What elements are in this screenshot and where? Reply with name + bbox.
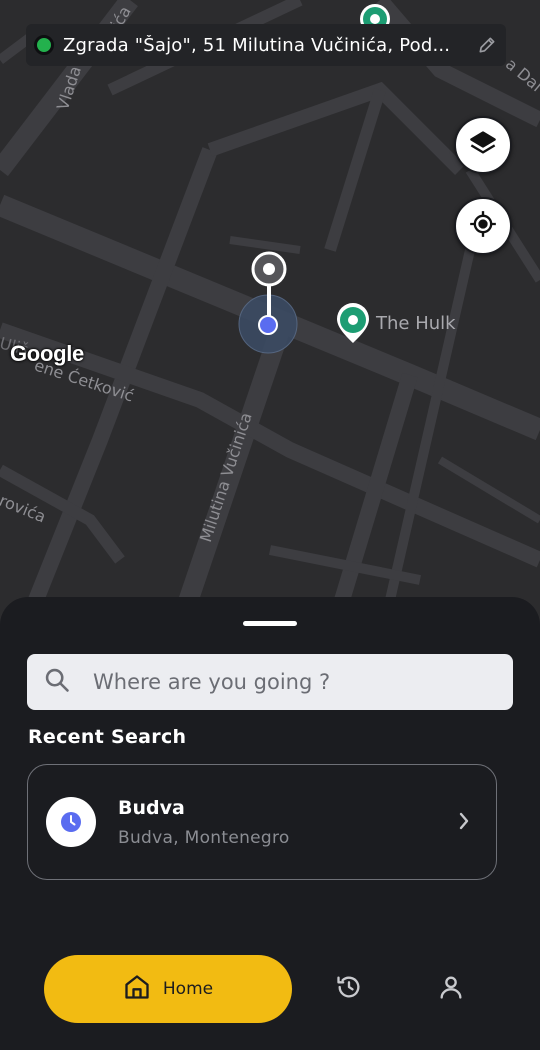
nav-home-label: Home bbox=[162, 979, 214, 999]
destination-search-input[interactable]: Where are you going ? bbox=[27, 654, 513, 710]
pencil-icon[interactable] bbox=[476, 34, 498, 56]
map-view[interactable]: Vlada Milutina Vučinića ene Ćetković rov… bbox=[0, 0, 540, 640]
search-placeholder: Where are you going ? bbox=[93, 670, 331, 694]
bottom-navigation: Home bbox=[0, 938, 540, 1050]
layers-icon bbox=[469, 129, 497, 161]
recent-search-heading: Recent Search bbox=[28, 726, 187, 748]
current-address-bar[interactable]: Zgrada "Šajo", 51 Milutina Vučinića, Pod… bbox=[26, 24, 506, 66]
recent-item-subtitle: Budva, Montenegro bbox=[118, 828, 290, 848]
nav-profile-button[interactable] bbox=[436, 974, 466, 1004]
current-address-text: Zgrada "Šajo", 51 Milutina Vučinića, Pod… bbox=[63, 34, 451, 56]
map-roads bbox=[0, 0, 540, 640]
crosshair-icon bbox=[469, 210, 497, 242]
chevron-right-icon bbox=[456, 811, 472, 835]
profile-icon bbox=[437, 973, 465, 1005]
google-logo: Google bbox=[10, 341, 84, 366]
history-icon bbox=[335, 973, 363, 1005]
home-icon bbox=[123, 973, 151, 1005]
recent-item-name: Budva bbox=[118, 797, 185, 819]
clock-icon bbox=[46, 797, 96, 847]
poi-label[interactable]: The Hulk bbox=[376, 313, 456, 334]
recent-search-item[interactable]: Budva Budva, Montenegro bbox=[27, 764, 497, 880]
search-icon bbox=[43, 666, 71, 698]
my-location-button[interactable] bbox=[454, 197, 512, 255]
sheet-drag-handle[interactable] bbox=[243, 621, 297, 626]
nav-home-button[interactable]: Home bbox=[44, 955, 292, 1023]
nav-history-button[interactable] bbox=[334, 974, 364, 1004]
layers-button[interactable] bbox=[454, 116, 512, 174]
status-dot bbox=[34, 35, 54, 55]
